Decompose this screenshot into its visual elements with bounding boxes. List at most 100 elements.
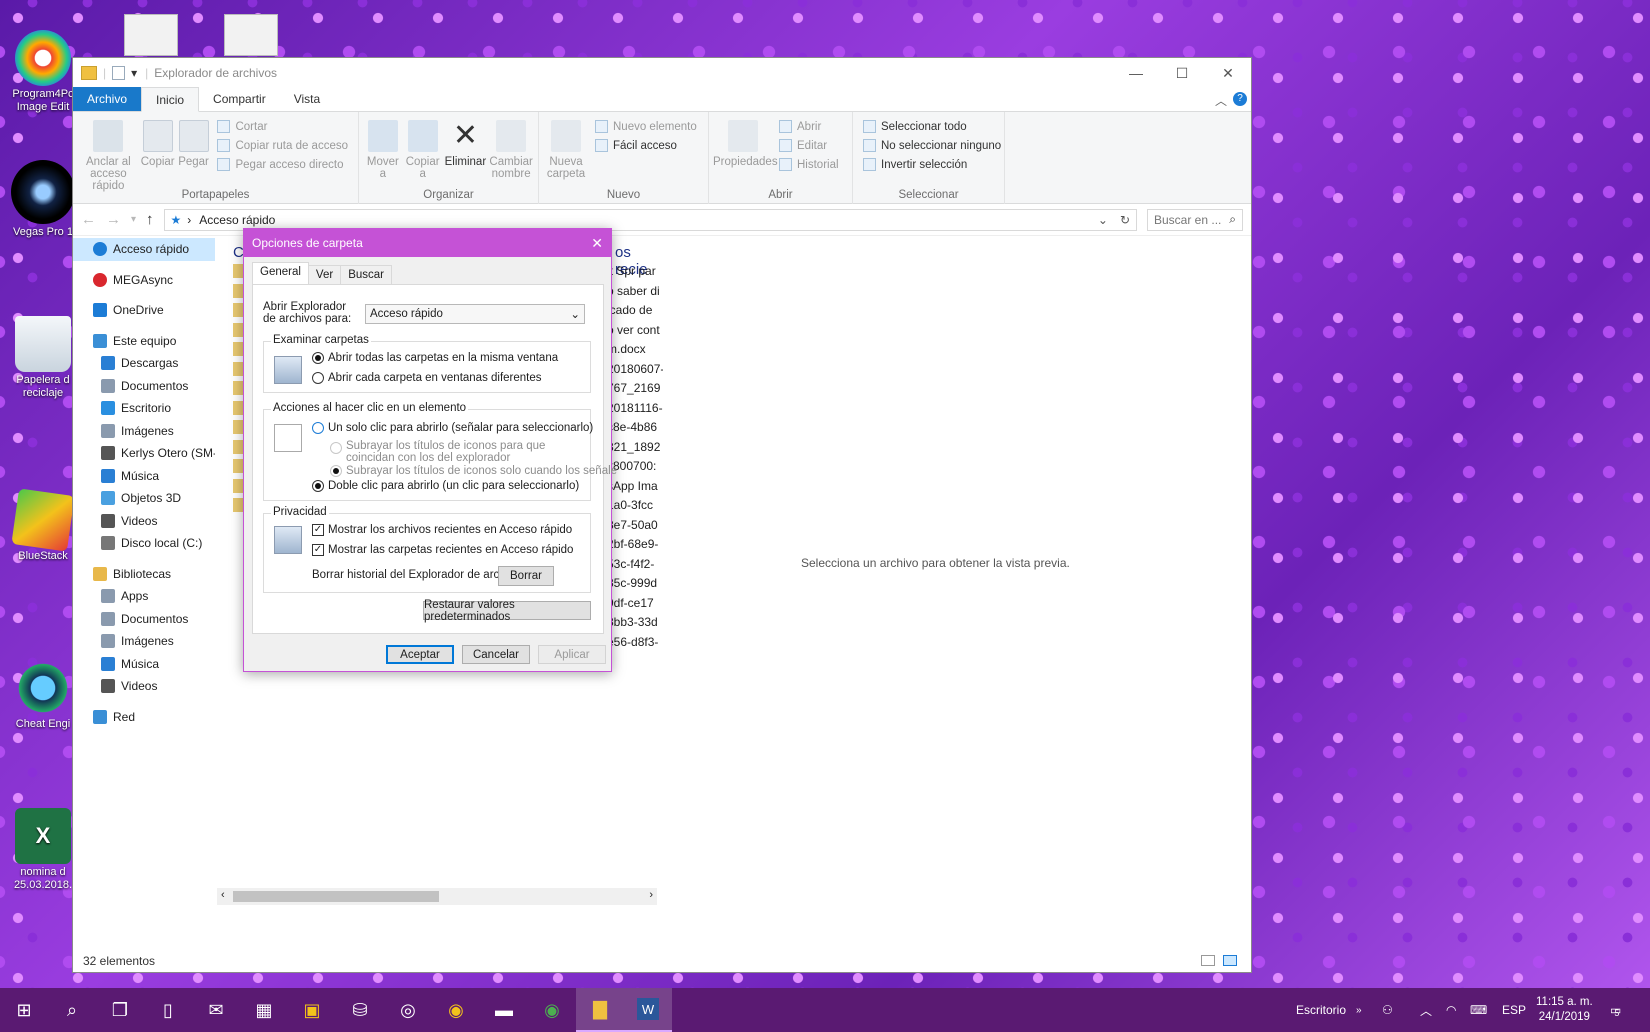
language-indicator[interactable]: ESP bbox=[1502, 988, 1526, 1032]
show-hidden-icons-chevron-icon[interactable]: ︿ bbox=[1420, 988, 1432, 1032]
desktop-word-file-icon[interactable] bbox=[224, 14, 278, 56]
file-list-item[interactable]: 1a0-3fcc bbox=[607, 498, 663, 512]
clock[interactable]: 11:15 a. m. 24/1/2019 bbox=[1536, 988, 1593, 1032]
checkbox-recent-files[interactable]: ✓ Mostrar los archivos recientes en Acces… bbox=[312, 524, 572, 536]
tab-inicio[interactable]: Inicio bbox=[141, 87, 200, 112]
recent-locations-chevron-icon[interactable]: ▾ bbox=[131, 214, 136, 225]
radio-double-click[interactable]: Doble clic para abrirlo (un clic para se… bbox=[312, 480, 579, 492]
nav-item-19[interactable]: Red bbox=[73, 706, 215, 729]
cancel-button[interactable]: Cancelar bbox=[462, 645, 530, 664]
start-button[interactable]: ⊞ bbox=[0, 988, 48, 1032]
taskbar-app-paint[interactable]: ▣ bbox=[288, 988, 336, 1032]
large-icons-view-icon[interactable] bbox=[1223, 955, 1237, 966]
file-list-item[interactable]: 20181116- bbox=[607, 401, 663, 415]
nav-item-16[interactable]: Imágenes bbox=[73, 630, 215, 653]
taskbar-app-groove[interactable]: ◎ bbox=[384, 988, 432, 1032]
file-list-item[interactable]: 8e7-50a0 bbox=[607, 518, 663, 532]
nav-item-3[interactable]: Este equipo bbox=[73, 330, 215, 353]
notifications-icon[interactable]: ▭ 5 bbox=[1610, 988, 1621, 1032]
dialog-title-bar[interactable]: Opciones de carpeta ✕ bbox=[244, 229, 611, 257]
taskbar-app-chrome[interactable]: ◉ bbox=[432, 988, 480, 1032]
maximize-button[interactable]: ☐ bbox=[1159, 58, 1205, 88]
scroll-right-icon[interactable]: › bbox=[649, 889, 653, 901]
desktop-toolbar[interactable]: Escritorio» bbox=[1296, 988, 1362, 1032]
nav-item-11[interactable]: Videos bbox=[73, 510, 215, 533]
file-list-item[interactable]: 767_2169 bbox=[607, 381, 663, 395]
people-icon[interactable]: ⚇ bbox=[1382, 988, 1393, 1032]
title-bar[interactable]: | ▾ | Explorador de archivos — ☐ ✕ bbox=[73, 58, 1251, 88]
nav-item-8[interactable]: Kerlys Otero (SM-T bbox=[73, 442, 215, 465]
close-button[interactable]: ✕ bbox=[1205, 58, 1251, 88]
file-list-item[interactable]: 53c-f4f2- bbox=[607, 557, 663, 571]
wifi-icon[interactable]: ◠ bbox=[1446, 988, 1456, 1032]
file-list-item[interactable]: lt Spr par bbox=[607, 264, 663, 278]
taskbar-app-word[interactable]: W bbox=[624, 988, 672, 1032]
search-button[interactable]: ⌕ bbox=[48, 988, 96, 1032]
nav-item-7[interactable]: Imágenes bbox=[73, 420, 215, 443]
desktop-icon-recycle-bin[interactable]: Papelera d reciclaje bbox=[6, 316, 80, 400]
address-dropdown-icon[interactable]: ⌄ bbox=[1098, 213, 1108, 227]
nav-item-1[interactable]: MEGAsync bbox=[73, 269, 215, 292]
tab-compartir[interactable]: Compartir bbox=[199, 87, 280, 111]
taskbar-app-chrome-2[interactable]: ◉ bbox=[528, 988, 576, 1032]
search-input[interactable]: Buscar en ... ⌕ bbox=[1147, 208, 1243, 231]
nav-item-2[interactable]: OneDrive bbox=[73, 299, 215, 322]
paste-shortcut-button[interactable]: Pegar acceso directo bbox=[217, 158, 348, 171]
horizontal-scrollbar[interactable]: ‹ › bbox=[217, 888, 657, 905]
radio-underline-hover[interactable]: Subrayar los títulos de iconos solo cuan… bbox=[330, 465, 617, 477]
file-list-item[interactable]: 35c-999d bbox=[607, 576, 663, 590]
minimize-button[interactable]: — bbox=[1113, 58, 1159, 88]
dialog-tab-buscar[interactable]: Buscar bbox=[340, 265, 392, 284]
collapse-ribbon-icon[interactable]: ︿ bbox=[1215, 92, 1227, 109]
nav-item-15[interactable]: Documentos bbox=[73, 608, 215, 631]
nav-item-6[interactable]: Escritorio bbox=[73, 397, 215, 420]
taskbar-app-mail[interactable]: ✉ bbox=[192, 988, 240, 1032]
desktop-icon-program4pc[interactable]: Program4Pc Image Edit bbox=[6, 30, 80, 114]
nav-item-5[interactable]: Documentos bbox=[73, 375, 215, 398]
radio-underline-always[interactable]: Subrayar los títulos de iconos para que … bbox=[330, 440, 584, 464]
dialog-close-icon[interactable]: ✕ bbox=[591, 235, 603, 252]
radio-single-click[interactable]: Un solo clic para abrirlo (señalar para … bbox=[312, 422, 593, 434]
desktop-icon-vegas[interactable]: Vegas Pro 1 bbox=[6, 160, 80, 239]
new-item-button[interactable]: Nuevo elemento bbox=[595, 120, 697, 133]
file-list-item[interactable]: 20180607- bbox=[607, 362, 663, 376]
select-all-button[interactable]: Seleccionar todo bbox=[863, 120, 1001, 133]
refresh-icon[interactable]: ↻ bbox=[1120, 213, 1130, 227]
forward-arrow-icon[interactable]: → bbox=[106, 211, 121, 228]
nav-item-14[interactable]: Apps bbox=[73, 585, 215, 608]
nav-item-18[interactable]: Videos bbox=[73, 675, 215, 698]
tab-archivo[interactable]: Archivo bbox=[73, 87, 142, 111]
dialog-tab-ver[interactable]: Ver bbox=[307, 265, 342, 284]
radio-different-windows[interactable]: Abrir cada carpeta en ventanas diferente… bbox=[312, 372, 542, 384]
radio-same-window[interactable]: Abrir todas las carpetas en la misma ven… bbox=[312, 352, 558, 364]
copy-path-button[interactable]: Copiar ruta de acceso bbox=[217, 139, 348, 152]
edit-button[interactable]: Editar bbox=[779, 139, 839, 152]
invert-selection-button[interactable]: Invertir selección bbox=[863, 158, 1001, 171]
nav-item-13[interactable]: Bibliotecas bbox=[73, 563, 215, 586]
properties-quick-icon[interactable] bbox=[112, 66, 126, 80]
file-list-item[interactable]: e56-d8f3- bbox=[607, 635, 663, 649]
apply-button[interactable]: Aplicar bbox=[538, 645, 606, 664]
cut-button[interactable]: Cortar bbox=[217, 120, 348, 133]
checkbox-recent-folders[interactable]: ✓ Mostrar las carpetas recientes en Acces… bbox=[312, 544, 573, 556]
clear-history-button[interactable]: Borrar bbox=[498, 566, 554, 586]
taskbar-app-notepad[interactable]: ▯ bbox=[144, 988, 192, 1032]
keyboard-icon[interactable]: ⌨ bbox=[1470, 988, 1487, 1032]
taskbar-app-extra[interactable]: ▬ bbox=[480, 988, 528, 1032]
history-button[interactable]: Historial bbox=[779, 158, 839, 171]
file-list-item[interactable]: 9df-ce17 bbox=[607, 596, 663, 610]
restore-defaults-button[interactable]: Restaurar valores predeterminados bbox=[423, 599, 591, 623]
nav-item-12[interactable]: Disco local (C:) bbox=[73, 532, 215, 555]
tab-vista[interactable]: Vista bbox=[280, 87, 334, 111]
file-list-item[interactable]: sApp Ima bbox=[607, 479, 663, 493]
select-none-button[interactable]: No seleccionar ninguno bbox=[863, 139, 1001, 152]
help-icon[interactable]: ? bbox=[1233, 92, 1247, 106]
customize-quick-access-icon[interactable]: ▾ bbox=[131, 66, 137, 80]
file-list-item[interactable]: 2bf-68e9- bbox=[607, 537, 663, 551]
file-list-item[interactable]: m.docx bbox=[607, 342, 663, 356]
task-view-button[interactable]: ❐ bbox=[96, 988, 144, 1032]
ok-button[interactable]: Aceptar bbox=[386, 645, 454, 664]
desktop-word-file-icon[interactable] bbox=[124, 14, 178, 56]
open-button[interactable]: Abrir bbox=[779, 120, 839, 133]
scrollbar-thumb[interactable] bbox=[233, 891, 439, 902]
